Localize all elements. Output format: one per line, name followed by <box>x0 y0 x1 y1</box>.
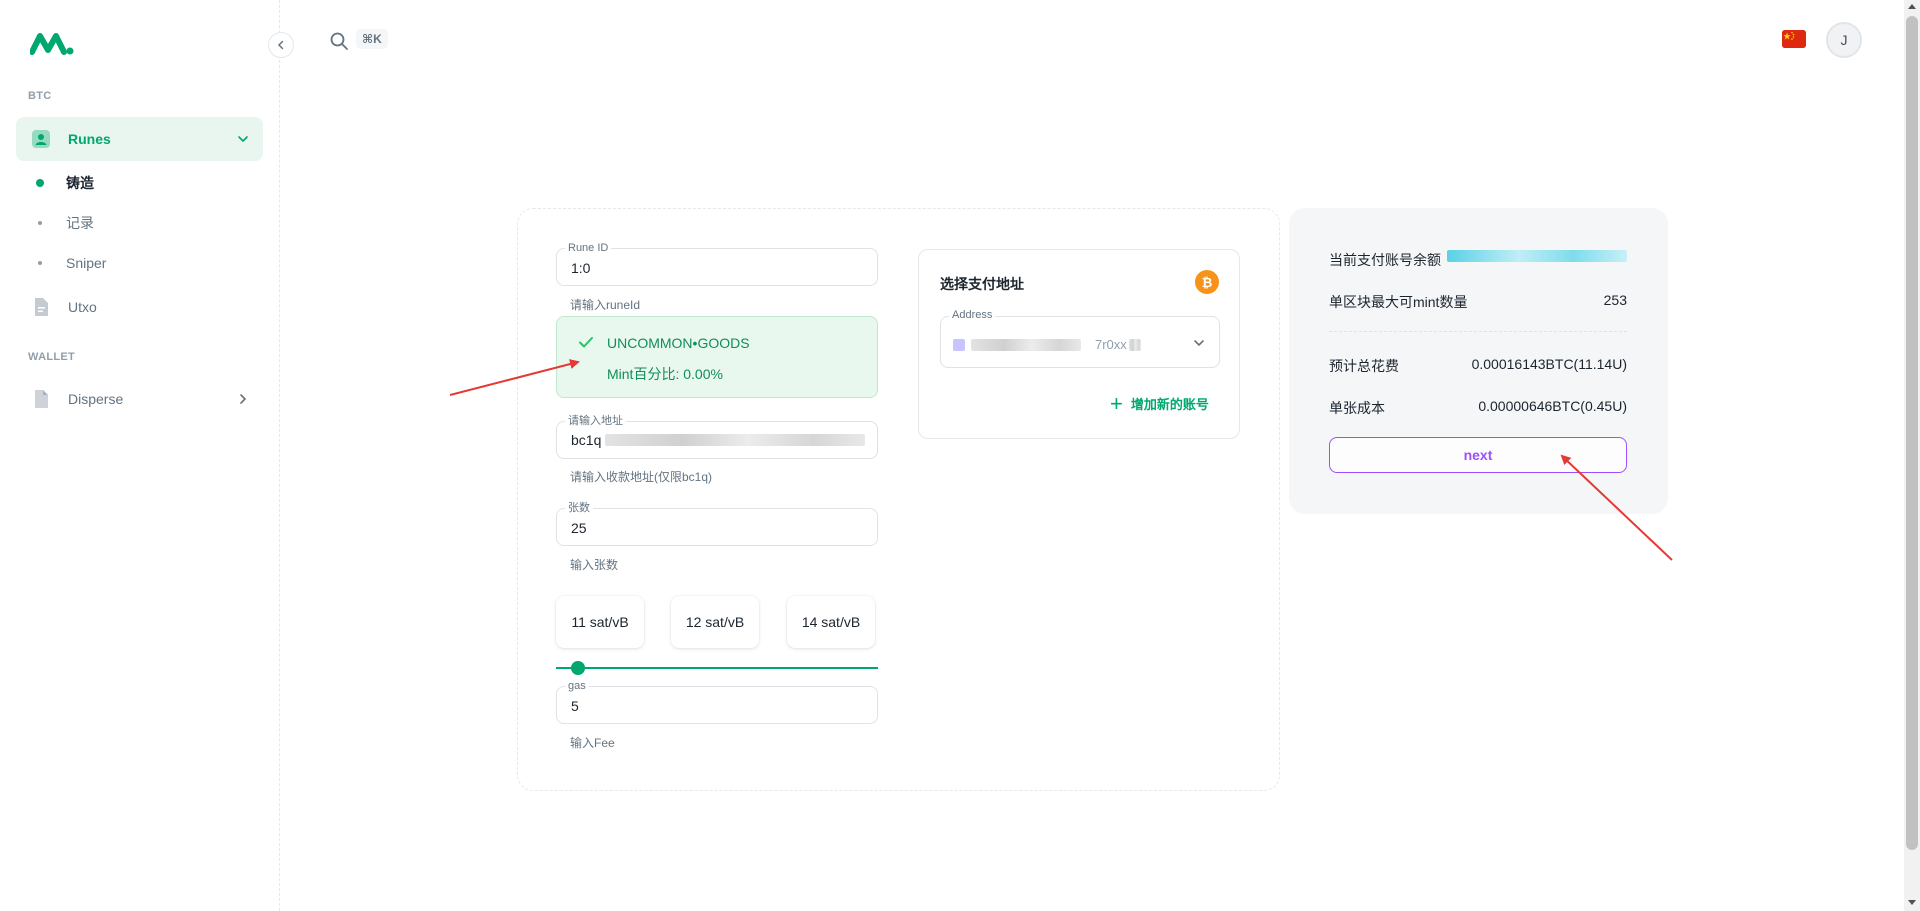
sidebar-subitem-label: 铸造 <box>66 175 94 191</box>
payment-title: 选择支付地址 <box>940 276 1024 292</box>
collapse-sidebar-button[interactable] <box>268 32 294 58</box>
page-scrollbar-thumb[interactable] <box>1906 16 1918 850</box>
unit-cost-value: 0.00000646BTC(0.45U) <box>1478 398 1627 414</box>
next-button[interactable]: next <box>1329 437 1627 473</box>
rune-id-helper: 请输入runeId <box>570 298 641 312</box>
sidebar-subitem-label: Sniper <box>66 255 107 271</box>
payment-address-label: Address <box>949 309 996 321</box>
count-field[interactable]: 张数 25 <box>556 501 878 546</box>
receive-address-helper: 请输入收款地址(仅限bc1q) <box>570 470 713 484</box>
fee-option-high[interactable]: 14 sat/vB <box>787 596 875 648</box>
app-logo[interactable] <box>30 30 74 56</box>
unit-cost-label: 单张成本 <box>1329 400 1385 416</box>
plus-icon: + <box>1110 390 1123 416</box>
sidebar-item-label: Disperse <box>68 391 124 407</box>
sidebar-subitem-sniper[interactable]: Sniper <box>30 248 106 278</box>
count-value: 25 <box>571 520 587 536</box>
sidebar-item-label: Utxo <box>68 299 97 315</box>
fee-option-medium[interactable]: 12 sat/vB <box>671 596 759 648</box>
fee-slider-track[interactable] <box>556 667 878 669</box>
max-mint-value: 253 <box>1603 292 1627 308</box>
chevron-left-icon <box>277 40 284 50</box>
total-fee-value: 0.00016143BTC(11.14U) <box>1471 356 1627 372</box>
search-shortcut-badge[interactable]: ⌘K <box>356 29 388 49</box>
gas-helper: 输入Fee <box>570 736 615 750</box>
sidebar-item-label: Runes <box>68 131 111 147</box>
search-icon[interactable] <box>328 30 350 52</box>
chevron-right-icon <box>240 394 247 404</box>
gas-field[interactable]: gas 5 <box>556 679 878 724</box>
total-fee-row: 预计总花费 0.00016143BTC(11.14U) <box>1329 356 1627 376</box>
mint-percent: Mint百分比: 0.00% <box>607 366 723 382</box>
gas-value: 5 <box>571 698 579 714</box>
document-icon <box>30 296 52 318</box>
rune-id-field[interactable]: Rune ID 1:0 <box>556 241 878 286</box>
blurred-address-end <box>1128 338 1141 351</box>
balance-label: 当前支付账号余额 <box>1329 252 1441 268</box>
blurred-address-start <box>953 338 965 351</box>
gas-label: gas <box>565 679 589 693</box>
dot-icon <box>38 261 42 265</box>
file-icon <box>30 388 52 410</box>
rune-id-value: 1:0 <box>571 260 591 276</box>
blurred-address <box>971 338 1081 351</box>
receive-address-label: 请输入地址 <box>565 414 626 428</box>
scroll-up-arrow-icon[interactable] <box>1908 4 1916 9</box>
receive-address-value: bc1q <box>571 432 866 448</box>
sidebar-subitem-records[interactable]: 记录 <box>30 208 94 238</box>
sidebar-item-disperse[interactable]: Disperse <box>16 377 263 421</box>
summary-divider <box>1329 331 1627 332</box>
sidebar-item-runes[interactable]: Runes <box>16 117 263 161</box>
summary-card: 当前支付账号余额 单区块最大可mint数量 253 预计总花费 0.000161… <box>1289 208 1668 514</box>
avatar[interactable]: J <box>1826 22 1862 58</box>
receive-address-prefix: bc1q <box>571 432 602 448</box>
china-flag-icon[interactable] <box>1782 30 1806 48</box>
max-mint-label: 单区块最大可mint数量 <box>1329 294 1468 310</box>
dot-icon <box>38 221 42 225</box>
check-icon <box>579 337 593 348</box>
sidebar-item-utxo[interactable]: Utxo <box>16 285 263 329</box>
sidebar-subitem-label: 记录 <box>66 215 94 231</box>
payment-address-select[interactable]: Address 7r0xx <box>940 309 1220 368</box>
count-label: 张数 <box>565 501 593 515</box>
receive-address-field[interactable]: 请输入地址 bc1q <box>556 414 878 459</box>
blurred-address <box>605 434 866 446</box>
payment-address-suffix: 7r0xx <box>1095 337 1127 352</box>
chevron-down-icon <box>1194 340 1204 347</box>
balance-row: 当前支付账号余额 <box>1329 250 1627 270</box>
user-badge-icon <box>30 128 52 150</box>
scroll-down-arrow-icon[interactable] <box>1908 900 1916 905</box>
unit-cost-row: 单张成本 0.00000646BTC(0.45U) <box>1329 398 1627 418</box>
fee-slider-thumb[interactable] <box>571 661 585 675</box>
active-dot-icon <box>36 179 44 187</box>
bitcoin-icon: ₿ <box>1195 270 1219 294</box>
nav-section-wallet: WALLET <box>28 351 76 363</box>
fee-option-low[interactable]: 11 sat/vB <box>556 596 644 648</box>
rune-id-label: Rune ID <box>565 241 612 255</box>
rune-info-alert: UNCOMMON•GOODS Mint百分比: 0.00% <box>556 316 878 398</box>
count-helper: 输入张数 <box>570 558 619 572</box>
max-mint-row: 单区块最大可mint数量 253 <box>1329 292 1627 312</box>
chevron-down-icon <box>238 136 248 143</box>
sidebar-subitem-mint[interactable]: 铸造 <box>30 168 94 198</box>
payment-address-card: 选择支付地址 ₿ Address 7r0xx + 增加新的账号 <box>918 249 1240 439</box>
total-fee-label: 预计总花费 <box>1329 358 1399 374</box>
blurred-balance <box>1447 250 1627 262</box>
add-account-label: 增加新的账号 <box>1130 397 1209 412</box>
payment-address-value: 7r0xx <box>953 337 1141 352</box>
sidebar: BTC Runes 铸造 记录 Sniper Utxo WALLET Dispe… <box>0 0 280 911</box>
rune-name: UNCOMMON•GOODS <box>607 335 750 351</box>
add-account-button[interactable]: + 增加新的账号 <box>1110 390 1209 416</box>
nav-section-btc: BTC <box>28 90 52 102</box>
